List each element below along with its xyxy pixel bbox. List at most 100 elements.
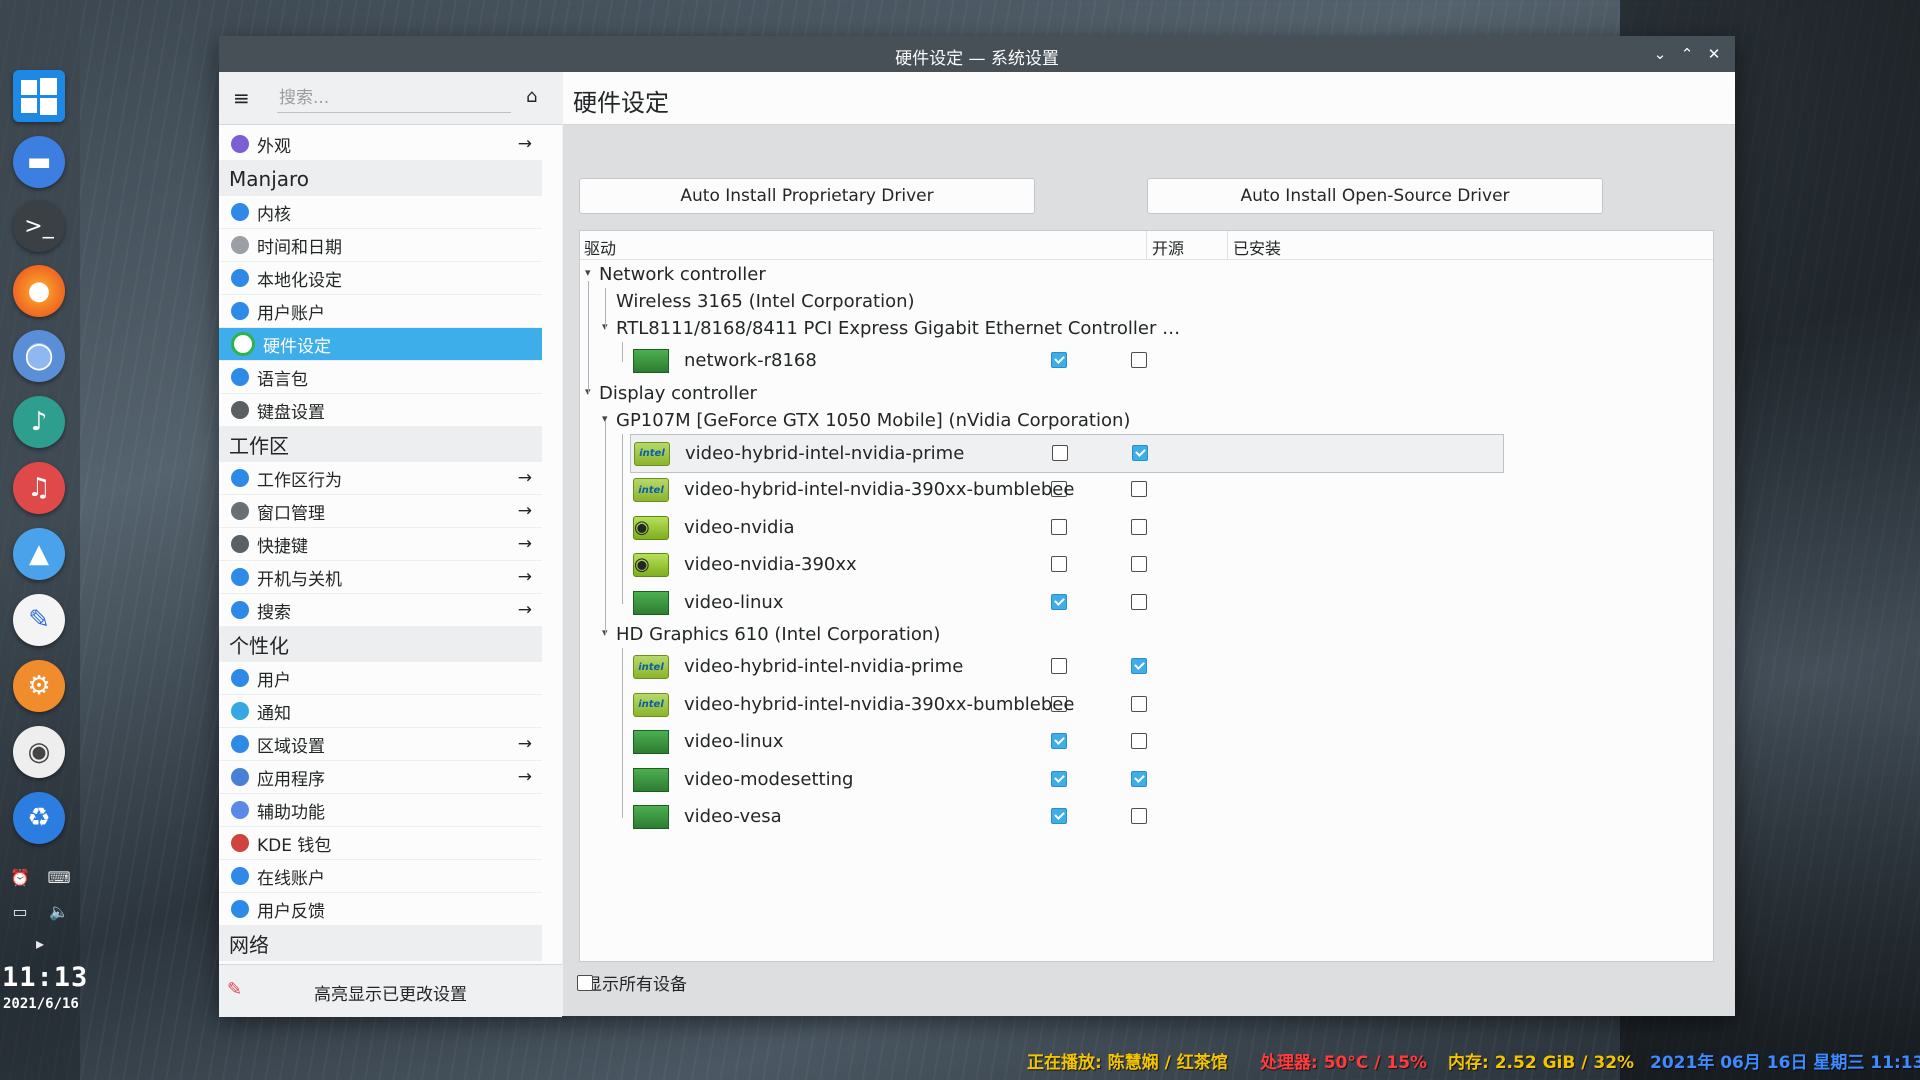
- search-input[interactable]: [277, 84, 511, 113]
- close-icon[interactable]: ✕: [1703, 43, 1725, 65]
- memory-status-text: 内存: 2.52 GiB / 32%: [1448, 1053, 1635, 1073]
- tree-group-row[interactable]: ▾HD Graphics 610 (Intel Corporation): [580, 621, 1713, 648]
- maximize-icon[interactable]: ⌃: [1676, 43, 1698, 65]
- sidebar-item[interactable]: 时间和日期: [219, 229, 542, 262]
- sidebar-item[interactable]: 通知: [219, 695, 542, 728]
- installed-checkbox[interactable]: [1131, 518, 1147, 535]
- installed-checkbox[interactable]: [1131, 481, 1147, 497]
- installed-checkbox[interactable]: [1131, 352, 1147, 368]
- show-all-checkbox[interactable]: [577, 974, 593, 991]
- keyboard-layout-icon[interactable]: ⌨: [47, 866, 70, 888]
- disc-icon[interactable]: ◉: [13, 726, 65, 778]
- sidebar-footer[interactable]: ✎ 高亮显示已更改设置: [219, 964, 562, 1017]
- column-header-driver[interactable]: 驱动: [584, 235, 616, 259]
- windows-logo-icon[interactable]: [13, 70, 65, 122]
- terminal-icon[interactable]: >_: [13, 200, 65, 252]
- device-row[interactable]: Wireless 3165 (Intel Corporation): [580, 288, 1713, 315]
- driver-row[interactable]: intel video-hybrid-intel-nvidia-prime: [580, 648, 1713, 686]
- driver-row[interactable]: intel video-hybrid-intel-nvidia-390xx-bum…: [580, 471, 1713, 509]
- tree-item-label: Network controller: [599, 264, 766, 285]
- clock-time[interactable]: 11:13: [2, 962, 88, 993]
- tray-expand-icon[interactable]: ▸: [29, 932, 51, 954]
- driver-row[interactable]: network-r8168: [580, 342, 1713, 380]
- tree-group-row[interactable]: ▾ GP107M [GeForce GTX 1050 Mobile] (nVidi…: [580, 407, 1713, 434]
- now-playing-text[interactable]: 正在播放: 陈慧娴 / 红茶馆: [1027, 1048, 1228, 1073]
- music-player-icon[interactable]: ♪: [13, 396, 65, 448]
- expand-arrow-icon[interactable]: ▾: [585, 266, 591, 279]
- open-source-checkbox[interactable]: [1051, 593, 1067, 610]
- sidebar-item[interactable]: 在线账户: [219, 860, 542, 893]
- hamburger-menu-icon[interactable]: ≡: [233, 86, 257, 110]
- driver-row[interactable]: video-vesa: [580, 798, 1713, 836]
- open-source-checkbox[interactable]: [1051, 733, 1067, 749]
- sidebar-item[interactable]: 语言包: [219, 361, 542, 394]
- settings-icon[interactable]: ⚙: [13, 660, 65, 712]
- sidebar-item[interactable]: 内核: [219, 196, 542, 229]
- sidebar-item[interactable]: 辅助功能: [219, 794, 542, 827]
- driver-row[interactable]: video-linux: [580, 584, 1713, 622]
- sidebar-item[interactable]: 本地化设定: [219, 262, 542, 295]
- sidebar-item[interactable]: 用户: [219, 662, 542, 695]
- open-source-checkbox[interactable]: [1051, 556, 1067, 572]
- installed-checkbox[interactable]: [1131, 658, 1147, 674]
- headphones-icon[interactable]: ♫: [13, 462, 65, 514]
- installed-checkbox[interactable]: [1131, 593, 1147, 610]
- tree-connector: [622, 648, 623, 818]
- text-editor-icon[interactable]: ✎: [13, 594, 65, 646]
- driver-row[interactable]: intel video-hybrid-intel-nvidia-390xx-bum…: [580, 686, 1713, 724]
- tree-group-row[interactable]: ▾Display controller: [580, 380, 1713, 407]
- column-header-installed[interactable]: 已安装: [1233, 235, 1281, 259]
- open-source-checkbox[interactable]: [1051, 808, 1067, 824]
- sidebar-item[interactable]: 键盘设置: [219, 394, 542, 427]
- open-source-checkbox[interactable]: [1052, 444, 1068, 461]
- column-header-open-source[interactable]: 开源: [1152, 235, 1184, 259]
- driver-row[interactable]: ◉ video-nvidia: [580, 509, 1713, 547]
- recycle-icon[interactable]: ♻: [13, 792, 65, 844]
- chrome-icon[interactable]: ◯: [13, 330, 65, 382]
- alarm-icon[interactable]: ⏰: [9, 866, 31, 888]
- installed-checkbox[interactable]: [1131, 808, 1147, 824]
- highlight-changes-button[interactable]: 高亮显示已更改设置: [219, 980, 562, 1005]
- sidebar-item[interactable]: 外观 →: [219, 128, 542, 161]
- sidebar-item[interactable]: 用户反馈: [219, 893, 542, 926]
- driver-row[interactable]: video-modesetting: [580, 761, 1713, 799]
- installed-checkbox[interactable]: [1131, 556, 1147, 572]
- auto-install-opensource-button[interactable]: Auto Install Open-Source Driver: [1147, 178, 1603, 214]
- home-icon[interactable]: ⌂: [526, 86, 550, 110]
- clock-date[interactable]: 2021/6/16: [3, 996, 79, 1012]
- sidebar-item[interactable]: 工作区行为 →: [219, 462, 542, 495]
- open-source-checkbox[interactable]: [1051, 352, 1067, 368]
- sidebar-item-label: 时间和日期: [257, 237, 342, 258]
- driver-row[interactable]: ◉ video-nvidia-390xx: [580, 546, 1713, 584]
- sidebar-item[interactable]: 搜索 →: [219, 594, 542, 627]
- display-icon[interactable]: ▭: [9, 900, 31, 922]
- sidebar-item[interactable]: KDE 钱包: [219, 827, 542, 860]
- datetime-status-text[interactable]: 2021年 06月 16日 星期三 11:13: [1650, 1048, 1920, 1073]
- tree-group-row[interactable]: ▾ Network controller: [580, 261, 1713, 288]
- sidebar-item[interactable]: 窗口管理 →: [219, 495, 542, 528]
- titlebar[interactable]: 硬件设定 — 系统设置 ⌄ ⌃ ✕: [219, 36, 1735, 72]
- firefox-icon[interactable]: ●: [13, 265, 65, 317]
- auto-install-proprietary-button[interactable]: Auto Install Proprietary Driver: [579, 178, 1035, 214]
- image-viewer-icon[interactable]: ▲: [13, 528, 65, 580]
- installed-checkbox[interactable]: [1131, 733, 1147, 749]
- file-manager-icon[interactable]: ▬: [13, 136, 65, 188]
- tree-group-row[interactable]: ▾RTL8111/8168/8411 PCI Express Gigabit E…: [580, 315, 1713, 342]
- sidebar-item[interactable]: 应用程序 →: [219, 761, 542, 794]
- open-source-checkbox[interactable]: [1051, 770, 1067, 787]
- open-source-checkbox[interactable]: [1051, 658, 1067, 674]
- sidebar-item[interactable]: 用户账户: [219, 295, 542, 328]
- open-source-checkbox[interactable]: [1051, 518, 1067, 535]
- installed-checkbox[interactable]: [1131, 695, 1147, 712]
- sidebar-item[interactable]: 区域设置 →: [219, 728, 542, 761]
- installed-checkbox[interactable]: [1131, 770, 1147, 787]
- installed-checkbox[interactable]: [1132, 444, 1148, 461]
- show-all-devices[interactable]: 显示所有设备: [577, 970, 687, 995]
- volume-icon[interactable]: 🔈: [48, 900, 70, 922]
- sidebar-item[interactable]: 硬件设定: [219, 328, 542, 361]
- driver-row[interactable]: video-linux: [580, 723, 1713, 761]
- sidebar-item[interactable]: 开机与关机 →: [219, 561, 542, 594]
- sidebar-item[interactable]: 快捷键 →: [219, 528, 542, 561]
- driver-row[interactable]: intel video-hybrid-intel-nvidia-prime: [630, 433, 1504, 473]
- minimize-icon[interactable]: ⌄: [1649, 43, 1671, 65]
